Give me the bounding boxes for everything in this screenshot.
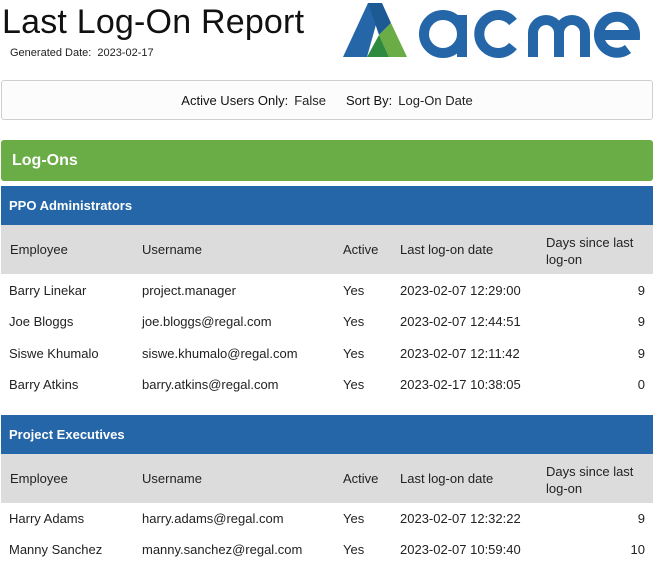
table-row: Joe Bloggs joe.bloggs@regal.com Yes 2023…	[1, 306, 653, 337]
cell-days-since: 9	[637, 511, 645, 526]
cell-last-logon: 2023-02-07 12:32:22	[400, 511, 521, 526]
cell-active: Yes	[343, 511, 365, 526]
cell-active: Yes	[343, 346, 365, 361]
cell-days-since: 10	[630, 542, 645, 557]
col-username: Username	[142, 242, 202, 257]
cell-username: harry.adams@regal.com	[142, 511, 284, 526]
group-header: PPO Administrators	[1, 186, 653, 225]
cell-days-since: 9	[637, 283, 645, 298]
col-active: Active	[343, 471, 379, 486]
cell-active: Yes	[343, 314, 365, 329]
acme-logo	[343, 3, 641, 58]
sort-by-value: Log-On Date	[398, 92, 473, 108]
section-title-logons: Log-Ons	[1, 140, 653, 181]
cell-employee: Barry Linekar	[9, 283, 87, 298]
cell-username: project.manager	[142, 283, 236, 298]
table-row: Harry Adams harry.adams@regal.com Yes 20…	[1, 503, 653, 534]
col-last-logon: Last log-on date	[400, 242, 494, 257]
col-employee: Employee	[10, 471, 68, 486]
cell-days-since: 0	[637, 377, 645, 392]
table-row: Manny Sanchez manny.sanchez@regal.com Ye…	[1, 534, 653, 565]
cell-active: Yes	[343, 377, 365, 392]
table-header: Employee Username Active Last log-on dat…	[1, 454, 653, 503]
filter-summary: Active Users Only: False Sort By: Log-On…	[1, 80, 653, 120]
sort-by-label: Sort By:	[346, 92, 393, 108]
cell-days-since: 9	[637, 314, 645, 329]
col-active: Active	[343, 242, 379, 257]
cell-last-logon: 2023-02-07 12:29:00	[400, 283, 521, 298]
col-last-logon: Last log-on date	[400, 471, 494, 486]
active-users-value: False	[294, 92, 327, 108]
active-users-label: Active Users Only:	[181, 92, 289, 108]
cell-last-logon: 2023-02-17 10:38:05	[400, 377, 521, 392]
cell-last-logon: 2023-02-07 12:11:42	[400, 346, 520, 361]
cell-active: Yes	[343, 542, 365, 557]
cell-employee: Harry Adams	[9, 511, 85, 526]
cell-employee: Joe Bloggs	[9, 314, 74, 329]
generated-date-label: Generated Date:	[10, 47, 92, 59]
cell-last-logon: 2023-02-07 12:44:51	[400, 314, 521, 329]
cell-employee: Barry Atkins	[9, 377, 79, 392]
cell-employee: Manny Sanchez	[9, 542, 103, 557]
cell-employee: Siswe Khumalo	[9, 346, 99, 361]
col-days-since: Days since last log-on	[546, 464, 634, 496]
group-header: Project Executives	[1, 415, 653, 454]
report-title: Last Log-On Report	[2, 3, 305, 41]
col-days-since: Days since last log-on	[546, 235, 634, 267]
cell-days-since: 9	[637, 346, 645, 361]
table-row: Barry Atkins barry.atkins@regal.com Yes …	[1, 369, 653, 400]
col-employee: Employee	[10, 242, 68, 257]
cell-username: barry.atkins@regal.com	[142, 377, 279, 392]
cell-username: joe.bloggs@regal.com	[142, 314, 272, 329]
col-username: Username	[142, 471, 202, 486]
cell-last-logon: 2023-02-07 10:59:40	[400, 542, 521, 557]
table-row: Barry Linekar project.manager Yes 2023-0…	[1, 275, 653, 306]
table-row: Siswe Khumalo siswe.khumalo@regal.com Ye…	[1, 338, 653, 369]
generated-date: Generated Date: 2023-02-17	[10, 47, 154, 59]
cell-username: manny.sanchez@regal.com	[142, 542, 303, 557]
cell-active: Yes	[343, 283, 365, 298]
cell-username: siswe.khumalo@regal.com	[142, 346, 298, 361]
generated-date-value: 2023-02-17	[97, 47, 154, 59]
table-header: Employee Username Active Last log-on dat…	[1, 225, 653, 274]
